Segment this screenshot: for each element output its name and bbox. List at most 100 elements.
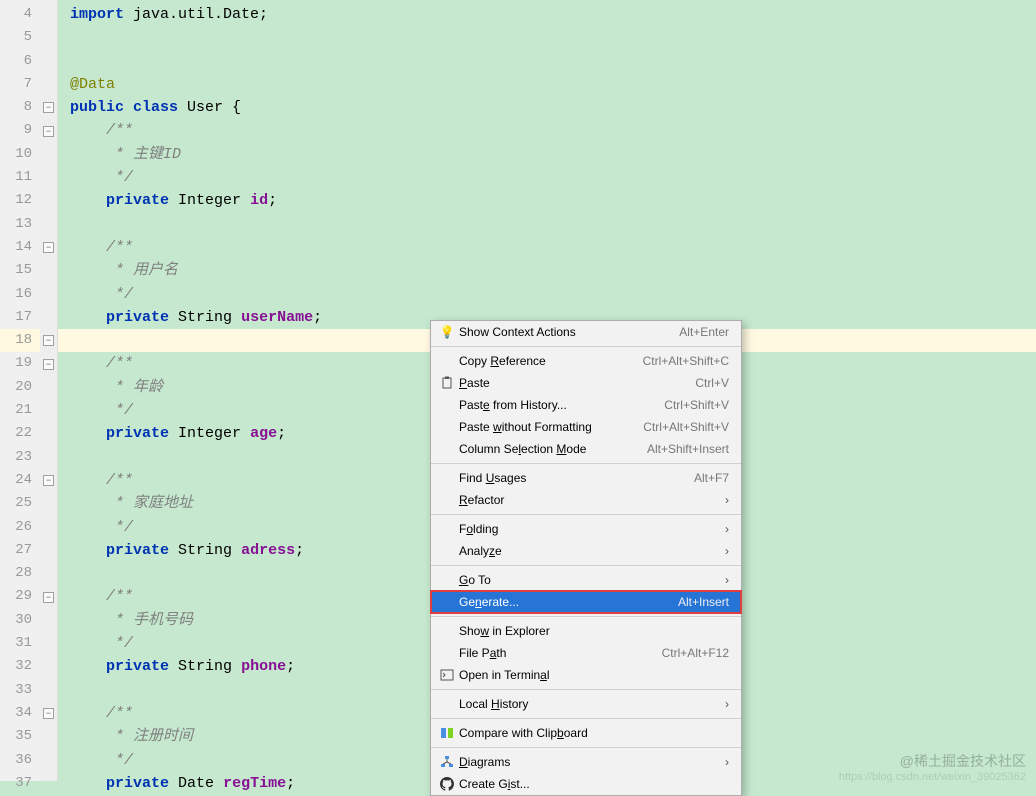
line-number: 16 bbox=[0, 283, 40, 306]
menu-item[interactable]: Generate...Alt+Insert bbox=[431, 591, 741, 613]
menu-item-label: Analyze bbox=[457, 544, 719, 558]
menu-item[interactable]: Local History› bbox=[431, 693, 741, 715]
code-line[interactable]: import java.util.Date; bbox=[58, 3, 1036, 26]
menu-item[interactable]: Create Gist... bbox=[431, 773, 741, 795]
code-line[interactable]: /** bbox=[58, 236, 1036, 259]
menu-item[interactable]: Find UsagesAlt+F7 bbox=[431, 467, 741, 489]
line-number: 13 bbox=[0, 213, 40, 236]
submenu-arrow-icon: › bbox=[719, 755, 729, 769]
code-line[interactable]: */ bbox=[58, 166, 1036, 189]
menu-item[interactable]: Copy ReferenceCtrl+Alt+Shift+C bbox=[431, 350, 741, 372]
line-number: 20 bbox=[0, 376, 40, 399]
code-line[interactable] bbox=[58, 26, 1036, 49]
code-line[interactable]: * 主键ID bbox=[58, 143, 1036, 166]
menu-item[interactable]: Paste from History...Ctrl+Shift+V bbox=[431, 394, 741, 416]
code-line[interactable]: public class User { bbox=[58, 96, 1036, 119]
menu-item-label: Show in Explorer bbox=[457, 624, 729, 638]
code-line[interactable] bbox=[58, 213, 1036, 236]
line-number: 30 bbox=[0, 609, 40, 632]
fold-toggle[interactable]: − bbox=[43, 475, 54, 486]
fold-toggle[interactable]: − bbox=[43, 359, 54, 370]
menu-item[interactable]: Column Selection ModeAlt+Shift+Insert bbox=[431, 438, 741, 460]
menu-item-label: Copy Reference bbox=[457, 354, 643, 368]
line-number: 29 bbox=[0, 585, 40, 608]
line-number: 10 bbox=[0, 143, 40, 166]
menu-separator bbox=[431, 514, 741, 515]
menu-item-shortcut: Ctrl+Alt+Shift+V bbox=[643, 420, 729, 434]
menu-item[interactable]: Compare with Clipboard bbox=[431, 722, 741, 744]
menu-separator bbox=[431, 565, 741, 566]
menu-item-label: Find Usages bbox=[457, 471, 694, 485]
submenu-arrow-icon: › bbox=[719, 697, 729, 711]
line-number: 11 bbox=[0, 166, 40, 189]
line-number: 15 bbox=[0, 259, 40, 282]
line-number: 34 bbox=[0, 702, 40, 725]
fold-toggle[interactable]: − bbox=[43, 592, 54, 603]
fold-toggle[interactable]: − bbox=[43, 126, 54, 137]
menu-item-label: Folding bbox=[457, 522, 719, 536]
menu-item-shortcut: Alt+Insert bbox=[678, 595, 729, 609]
line-number: 24 bbox=[0, 469, 40, 492]
line-number: 32 bbox=[0, 655, 40, 678]
menu-item[interactable]: Folding› bbox=[431, 518, 741, 540]
code-line[interactable] bbox=[58, 50, 1036, 73]
line-number: 14 bbox=[0, 236, 40, 259]
menu-item[interactable]: Diagrams› bbox=[431, 751, 741, 773]
submenu-arrow-icon: › bbox=[719, 493, 729, 507]
code-line[interactable]: private Integer id; bbox=[58, 189, 1036, 212]
menu-item[interactable]: Go To› bbox=[431, 569, 741, 591]
menu-item-label: Create Gist... bbox=[457, 777, 729, 791]
menu-item[interactable]: Refactor› bbox=[431, 489, 741, 511]
menu-item[interactable]: PasteCtrl+V bbox=[431, 372, 741, 394]
menu-item-shortcut: Ctrl+Alt+F12 bbox=[662, 646, 729, 660]
code-line[interactable]: /** bbox=[58, 119, 1036, 142]
code-line[interactable]: */ bbox=[58, 283, 1036, 306]
code-line[interactable]: @Data bbox=[58, 73, 1036, 96]
bulb-icon: 💡 bbox=[437, 325, 457, 339]
menu-separator bbox=[431, 346, 741, 347]
menu-item-label: Refactor bbox=[457, 493, 719, 507]
fold-toggle[interactable]: − bbox=[43, 102, 54, 113]
menu-item-shortcut: Ctrl+Shift+V bbox=[664, 398, 729, 412]
line-number: 22 bbox=[0, 422, 40, 445]
line-number: 21 bbox=[0, 399, 40, 422]
line-number: 7 bbox=[0, 73, 40, 96]
context-menu[interactable]: 💡Show Context ActionsAlt+Enter Copy Refer… bbox=[430, 320, 742, 796]
line-number: 33 bbox=[0, 679, 40, 702]
line-number: 27 bbox=[0, 539, 40, 562]
line-number: 17 bbox=[0, 306, 40, 329]
menu-separator bbox=[431, 463, 741, 464]
code-line[interactable]: * 用户名 bbox=[58, 259, 1036, 282]
line-number: 4 bbox=[0, 3, 40, 26]
menu-item[interactable]: Paste without FormattingCtrl+Alt+Shift+V bbox=[431, 416, 741, 438]
fold-strip: − − − − − − − − bbox=[40, 0, 58, 781]
menu-item-label: Column Selection Mode bbox=[457, 442, 647, 456]
menu-separator bbox=[431, 747, 741, 748]
menu-separator bbox=[431, 616, 741, 617]
line-number: 5 bbox=[0, 26, 40, 49]
menu-item-label: Open in Terminal bbox=[457, 668, 729, 682]
menu-item-shortcut: Alt+Shift+Insert bbox=[647, 442, 729, 456]
fold-toggle[interactable]: − bbox=[43, 708, 54, 719]
line-number: 28 bbox=[0, 562, 40, 585]
menu-item-label: Paste from History... bbox=[457, 398, 664, 412]
line-number: 35 bbox=[0, 725, 40, 748]
line-number: 36 bbox=[0, 749, 40, 772]
menu-item[interactable]: Open in Terminal bbox=[431, 664, 741, 686]
menu-item-shortcut: Ctrl+Alt+Shift+C bbox=[643, 354, 729, 368]
fold-toggle[interactable]: − bbox=[43, 242, 54, 253]
fold-toggle[interactable]: − bbox=[43, 335, 54, 346]
menu-item[interactable]: File PathCtrl+Alt+F12 bbox=[431, 642, 741, 664]
line-number: 12 bbox=[0, 189, 40, 212]
line-number: 25 bbox=[0, 492, 40, 515]
menu-item[interactable]: Analyze› bbox=[431, 540, 741, 562]
terminal-icon bbox=[437, 668, 457, 682]
menu-item-shortcut: Ctrl+V bbox=[695, 376, 729, 390]
menu-item[interactable]: Show in Explorer bbox=[431, 620, 741, 642]
paste-icon bbox=[437, 376, 457, 390]
line-number: 37 bbox=[0, 772, 40, 795]
menu-item[interactable]: 💡Show Context ActionsAlt+Enter bbox=[431, 321, 741, 343]
menu-item-shortcut: Alt+F7 bbox=[694, 471, 729, 485]
menu-item-shortcut: Alt+Enter bbox=[679, 325, 729, 339]
diagram-icon bbox=[437, 755, 457, 769]
